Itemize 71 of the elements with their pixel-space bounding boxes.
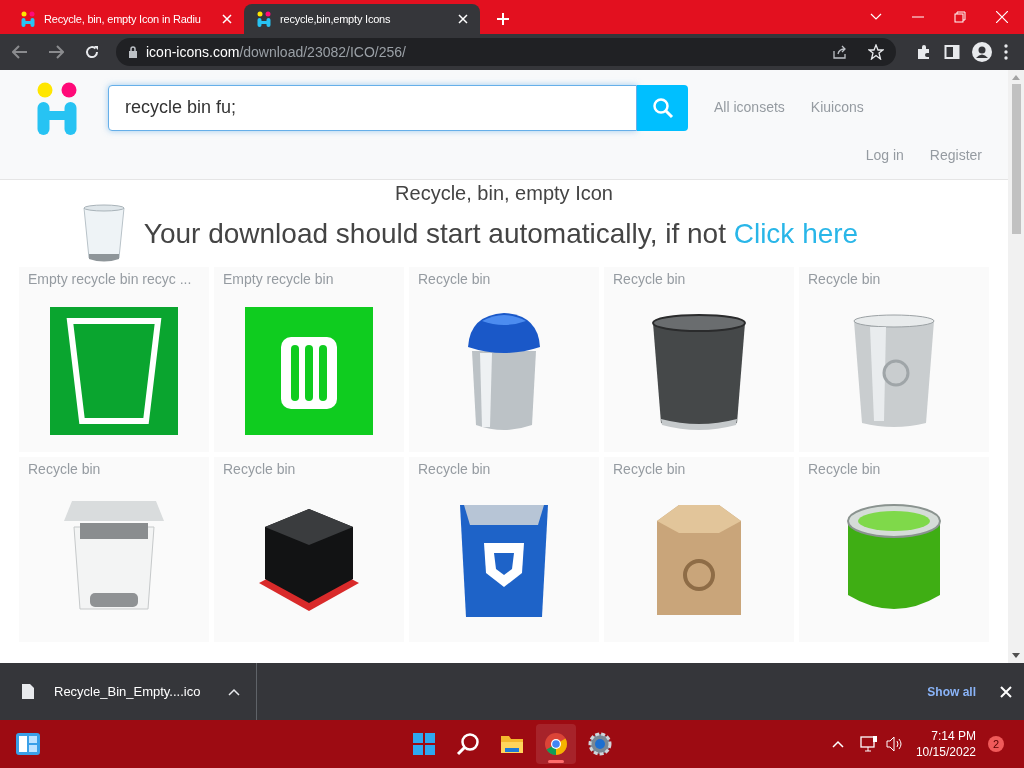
file-icon [22, 684, 34, 699]
chevron-down-icon[interactable] [870, 13, 882, 21]
search-field[interactable]: recycle bin fu; [108, 84, 637, 131]
address-bar[interactable]: icon-icons.com/download/23082/ICO/256/ [116, 38, 896, 66]
close-icon[interactable] [458, 14, 468, 24]
icon-title: Recycle bin [808, 270, 882, 289]
url-text: icon-icons.com/download/23082/ICO/256/ [146, 42, 407, 62]
download-file-name: Recycle_Bin_Empty....ico [54, 682, 201, 701]
show-all-button[interactable]: Show all [927, 682, 976, 701]
reload-icon[interactable] [84, 44, 100, 60]
taskbar-app[interactable] [536, 724, 576, 764]
click-here-link[interactable]: Click here [733, 218, 859, 249]
lock-icon [128, 46, 138, 58]
side-panel-icon[interactable] [944, 44, 960, 60]
icon-title: Recycle bin [418, 460, 492, 479]
icon-card[interactable]: Recycle bin [604, 267, 794, 452]
icon-title: Recycle bin [613, 270, 687, 289]
icon-title: Recycle bin [808, 460, 882, 479]
nav-link[interactable]: All iconsets [714, 97, 785, 118]
volume-icon[interactable] [885, 736, 904, 752]
extensions-icon[interactable] [916, 44, 932, 60]
trash-bin-icon [245, 307, 373, 435]
trash-bin-icon [50, 307, 178, 435]
account-link[interactable]: Log in [865, 145, 904, 166]
icon-card[interactable]: Recycle bin [19, 457, 209, 642]
notification-badge[interactable]: 2 [988, 736, 1004, 752]
icon-card[interactable]: Recycle bin [799, 457, 989, 642]
site-logo-icon [20, 11, 36, 27]
tab-title: Recycle, bin, empty Icon in Radiu [44, 11, 202, 27]
icon-card[interactable]: Empty recycle bin [214, 267, 404, 452]
icon-card[interactable]: Recycle bin [409, 457, 599, 642]
star-icon[interactable] [868, 44, 884, 60]
icon-card[interactable]: Recycle bin [214, 457, 404, 642]
icon-title: Recycle bin [613, 460, 687, 479]
back-icon[interactable] [12, 45, 28, 59]
more-icon[interactable] [1004, 44, 1008, 60]
icon-card[interactable]: Recycle bin [604, 457, 794, 642]
network-icon[interactable] [859, 736, 878, 752]
close-icon[interactable] [1000, 685, 1012, 698]
chevron-up-icon[interactable] [228, 687, 241, 696]
share-icon[interactable] [832, 45, 848, 59]
icon-card[interactable]: Empty recycle bin recyc ... [19, 267, 209, 452]
profile-icon[interactable] [972, 42, 992, 62]
start-icon [412, 732, 436, 756]
nav-link[interactable]: Kiuicons [810, 97, 864, 118]
restore-icon[interactable] [954, 11, 966, 23]
icon-title: Empty recycle bin recyc ... [28, 270, 193, 289]
search-icon [651, 96, 674, 119]
icon-title: Recycle bin [223, 460, 297, 479]
scroll-down-icon[interactable] [1012, 653, 1020, 659]
download-message: Your download should start automatically, if not Click here [143, 217, 859, 251]
widgets-icon[interactable] [16, 733, 40, 755]
tab-title: recycle,bin,empty Icons [280, 11, 392, 27]
browser-tab[interactable]: recycle,bin,empty Icons [244, 4, 480, 34]
clock-date[interactable]: 10/15/2022 [915, 744, 976, 760]
icon-card[interactable]: Recycle bin [799, 267, 989, 452]
gear-icon [588, 732, 612, 756]
icon-title: Recycle bin [28, 460, 102, 479]
account-link[interactable]: Register [929, 145, 982, 166]
chrome-icon [544, 732, 568, 756]
icon-title: Recycle bin [418, 270, 492, 289]
search-icon [456, 732, 480, 756]
clock-time[interactable]: 7:14 PM [931, 728, 976, 744]
icon-title: Empty recycle bin [223, 270, 335, 289]
browser-tab[interactable]: Recycle, bin, empty Icon in Radiu [8, 4, 244, 34]
scrollbar-thumb[interactable] [1011, 84, 1021, 234]
new-tab-icon[interactable] [496, 12, 510, 26]
forward-icon[interactable] [48, 45, 64, 59]
site-logo-icon [256, 11, 272, 27]
icon-card[interactable]: Recycle bin [409, 267, 599, 452]
page-heading: Recycle, bin, empty Icon [395, 181, 613, 205]
